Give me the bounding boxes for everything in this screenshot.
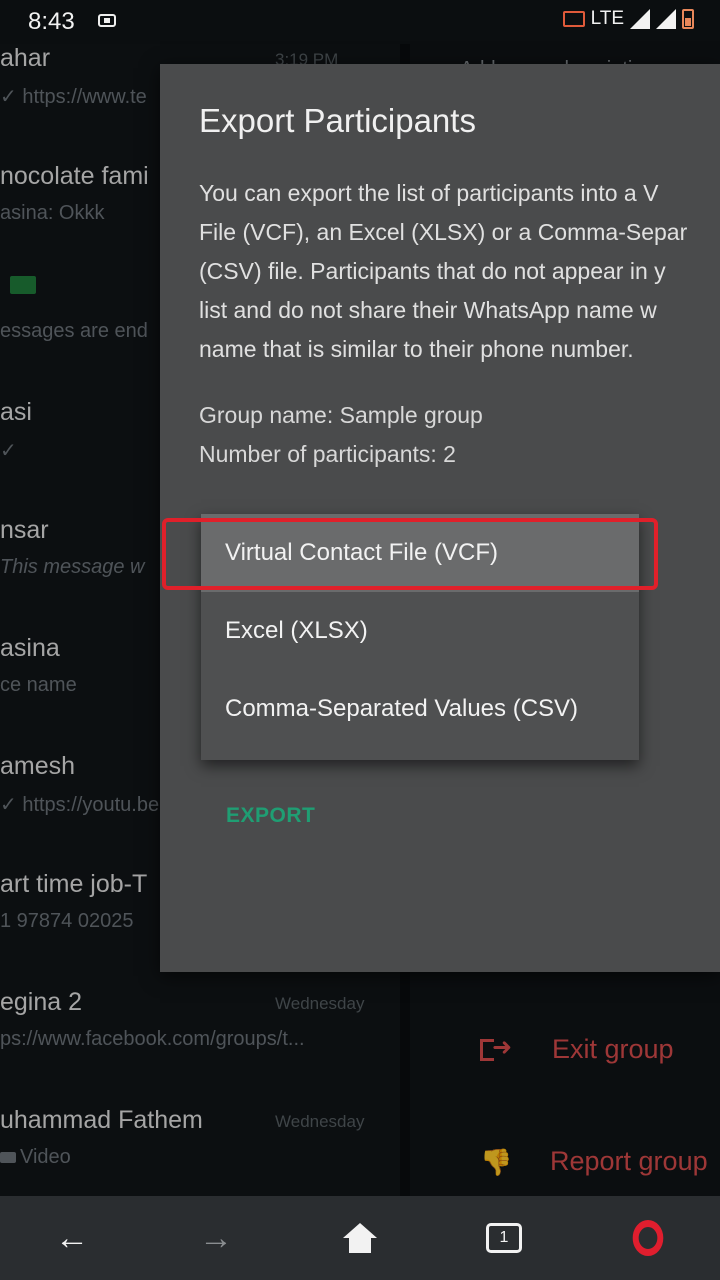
home-button[interactable]	[320, 1196, 400, 1280]
status-icons: LTE	[562, 8, 694, 30]
home-icon	[343, 1223, 377, 1253]
no-cast-icon	[562, 11, 585, 27]
highlight-box	[162, 518, 658, 590]
tabs-icon: 1	[486, 1223, 522, 1253]
opera-menu-button[interactable]	[608, 1196, 688, 1280]
description-line: File (VCF), an Excel (XLSX) or a Comma-S…	[199, 219, 688, 245]
back-arrow-icon: ←	[55, 1218, 89, 1257]
tabs-button[interactable]: 1	[464, 1196, 544, 1280]
signal-icon	[630, 9, 650, 29]
dialog-description: You can export the list of participants …	[199, 174, 720, 369]
back-button[interactable]: ←	[32, 1196, 112, 1280]
battery-icon	[682, 9, 694, 29]
network-type: LTE	[590, 8, 624, 29]
signal-icon-2	[656, 9, 676, 29]
status-bar: 8:43 LTE	[0, 0, 720, 44]
group-info: Group name: Sample group Number of parti…	[199, 396, 483, 474]
status-time: 8:43	[28, 8, 75, 35]
menu-item-xlsx[interactable]: Excel (XLSX)	[201, 592, 639, 670]
browser-nav-bar: ← → 1	[0, 1196, 720, 1280]
description-line: You can export the list of participants …	[199, 180, 659, 206]
forward-button[interactable]: →	[176, 1196, 256, 1280]
menu-item-csv[interactable]: Comma-Separated Values (CSV)	[201, 670, 639, 748]
description-line: (CSV) file. Participants that do not app…	[199, 258, 666, 284]
cast-icon	[98, 14, 116, 27]
participant-count-text: Number of participants: 2	[199, 441, 456, 467]
forward-arrow-icon: →	[199, 1218, 233, 1257]
group-name-text: Group name: Sample group	[199, 402, 483, 428]
export-button[interactable]: EXPORT	[226, 804, 315, 828]
opera-icon	[632, 1220, 664, 1256]
dialog-title: Export Participants	[199, 102, 476, 139]
description-line: name that is similar to their phone numb…	[199, 336, 634, 362]
description-line: list and do not share their WhatsApp nam…	[199, 297, 657, 323]
